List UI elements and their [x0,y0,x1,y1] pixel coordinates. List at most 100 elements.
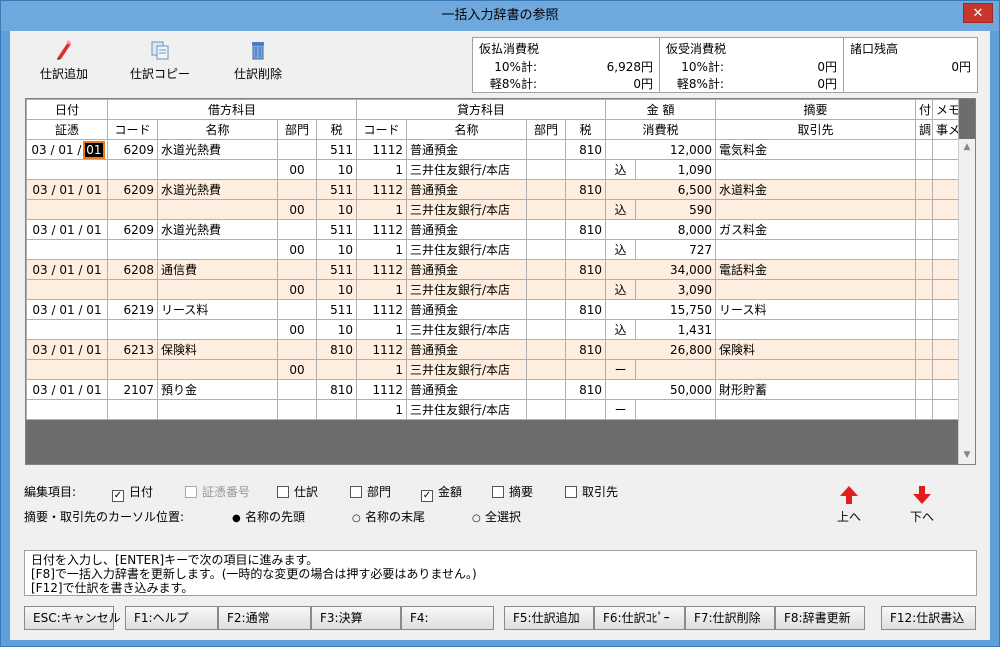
debit-tax-cell[interactable]: 511 [315,179,358,200]
debit-dept-cell[interactable]: 00 [277,239,317,260]
table-row[interactable]: 03 / 01 / 01 6209 水道光熱費 511 1112 普通預金 81… [26,179,960,200]
cursor-tail-radio[interactable]: ○ 名称の末尾 [352,508,425,525]
debit-name-cell[interactable] [157,159,278,180]
edit-voucher-checkbox[interactable]: 証憑番号 [185,483,250,500]
memo2-cell[interactable] [932,399,960,420]
credit-dept-cell[interactable] [526,279,567,300]
copy-journal-tool[interactable]: 仕訳コピー [120,39,200,82]
date-cell[interactable]: 03 / 01 / 01 [26,139,108,160]
f3-closing-button[interactable]: F3:決算 [311,606,401,630]
credit-tax-cell[interactable] [565,359,607,380]
adjust-cell[interactable] [915,319,934,340]
consumption-tax-cell[interactable]: 3,090 [635,279,717,300]
credit-name-cell[interactable]: 三井住友銀行/本店 [406,239,528,260]
debit-tax-cell[interactable]: 10 [315,159,358,180]
grid-scrollbar[interactable]: ▲ ▼ [958,139,975,464]
debit-code-cell[interactable] [107,359,158,380]
f12-write-journal-button[interactable]: F12:仕訳書込 [881,606,976,630]
tax-mark-cell[interactable]: 込 [605,159,637,180]
voucher-cell[interactable] [26,319,108,340]
f8-update-dictionary-button[interactable]: F8:辞書更新 [775,606,865,630]
debit-code-cell[interactable]: 6209 [107,219,158,240]
date-cell[interactable]: 03 / 01 / 01 [26,179,108,200]
debit-tax-cell[interactable]: 511 [315,299,358,320]
voucher-cell[interactable] [26,279,108,300]
debit-dept-cell[interactable] [277,179,317,200]
credit-dept-cell[interactable] [526,379,567,400]
amount-cell[interactable]: 15,750 [605,299,717,320]
debit-code-cell[interactable]: 6209 [107,139,158,160]
debit-tax-cell[interactable]: 10 [315,279,358,300]
memo-cell[interactable] [932,139,960,160]
summary-cell[interactable]: 財形貯蓄 [715,379,917,400]
credit-code-cell[interactable]: 1112 [356,219,408,240]
move-down-button[interactable]: 下へ [902,485,942,525]
credit-tax-cell[interactable]: 810 [565,219,607,240]
table-row[interactable]: 03 / 01 / 01 6209 水道光熱費 511 1112 普通預金 81… [26,139,960,160]
memo-cell[interactable] [932,219,960,240]
debit-dept-cell[interactable]: 00 [277,199,317,220]
credit-tax-cell[interactable]: 810 [565,179,607,200]
credit-name-cell[interactable]: 三井住友銀行/本店 [406,279,528,300]
debit-name-cell[interactable] [157,279,278,300]
credit-code-cell[interactable]: 1112 [356,299,408,320]
voucher-cell[interactable] [26,399,108,420]
consumption-tax-cell[interactable]: 1,090 [635,159,717,180]
debit-tax-cell[interactable]: 810 [315,379,358,400]
debit-dept-cell[interactable] [277,139,317,160]
consumption-tax-cell[interactable]: 590 [635,199,717,220]
memo2-cell[interactable] [932,159,960,180]
debit-dept-cell[interactable] [277,259,317,280]
voucher-cell[interactable] [26,239,108,260]
attach-cell[interactable] [915,339,934,360]
credit-name-cell[interactable]: 普通預金 [406,379,528,400]
debit-dept-cell[interactable]: 00 [277,359,317,380]
debit-tax-cell[interactable]: 511 [315,219,358,240]
debit-code-cell[interactable] [107,319,158,340]
adjust-cell[interactable] [915,279,934,300]
credit-dept-cell[interactable] [526,219,567,240]
credit-tax-cell[interactable]: 810 [565,299,607,320]
table-row[interactable]: 00 10 1 三井住友銀行/本店 込 3,090 [26,279,960,300]
adjust-cell[interactable] [915,399,934,420]
amount-cell[interactable]: 26,800 [605,339,717,360]
tax-mark-cell[interactable]: ー [605,359,637,380]
credit-name-cell[interactable]: 普通預金 [406,139,528,160]
tax-mark-cell[interactable]: 込 [605,239,637,260]
credit-dept-cell[interactable] [526,259,567,280]
credit-dept-cell[interactable] [526,339,567,360]
debit-dept-cell[interactable] [277,339,317,360]
debit-code-cell[interactable] [107,399,158,420]
credit-tax-cell[interactable] [565,399,607,420]
credit-code-cell[interactable]: 1 [356,399,408,420]
adjust-cell[interactable] [915,359,934,380]
consumption-tax-cell[interactable] [635,359,717,380]
debit-dept-cell[interactable] [277,299,317,320]
adjust-cell[interactable] [915,199,934,220]
credit-name-cell[interactable]: 普通預金 [406,299,528,320]
tax-mark-cell[interactable]: 込 [605,279,637,300]
scroll-up-arrow[interactable]: ▲ [959,139,975,156]
credit-dept-cell[interactable] [526,299,567,320]
consumption-tax-cell[interactable]: 727 [635,239,717,260]
credit-dept-cell[interactable] [526,359,567,380]
esc-cancel-button[interactable]: ESC:キャンセル [24,606,121,630]
summary-cell[interactable]: リース料 [715,299,917,320]
memo2-cell[interactable] [932,279,960,300]
voucher-cell[interactable] [26,159,108,180]
attach-cell[interactable] [915,299,934,320]
credit-tax-cell[interactable] [565,279,607,300]
summary-cell[interactable]: 電気料金 [715,139,917,160]
edit-dept-checkbox[interactable]: 部門 [350,483,391,500]
table-row[interactable]: 03 / 01 / 01 6208 通信費 511 1112 普通預金 810 … [26,259,960,280]
table-row[interactable]: 00 10 1 三井住友銀行/本店 込 590 [26,199,960,220]
move-up-button[interactable]: 上へ [829,485,869,525]
f1-help-button[interactable]: F1:ヘルプ [125,606,218,630]
partner-cell[interactable] [715,279,917,300]
debit-name-cell[interactable] [157,359,278,380]
table-row[interactable]: 00 10 1 三井住友銀行/本店 込 1,431 [26,319,960,340]
attach-cell[interactable] [915,379,934,400]
debit-name-cell[interactable] [157,239,278,260]
attach-cell[interactable] [915,219,934,240]
debit-name-cell[interactable] [157,199,278,220]
